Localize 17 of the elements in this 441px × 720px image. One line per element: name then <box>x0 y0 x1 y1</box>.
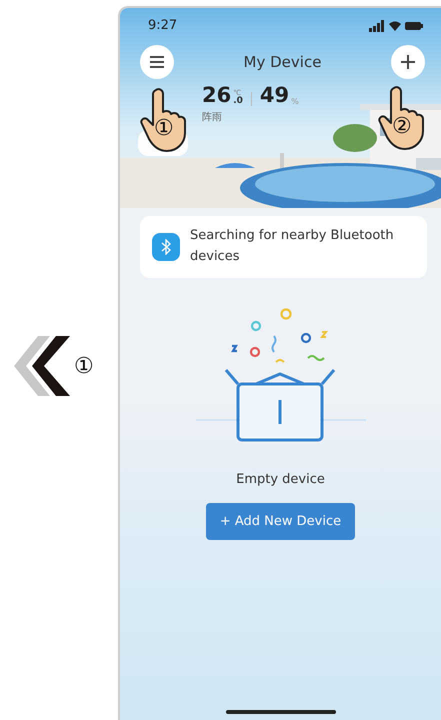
page-title: My Device <box>244 53 322 71</box>
step-number: ① <box>74 354 94 378</box>
status-time: 9:27 <box>148 18 178 33</box>
temperature-decimal: .0 <box>233 97 243 106</box>
step-number: ① <box>154 118 174 140</box>
weather-condition: 阵雨 <box>202 110 223 124</box>
humidity-value: 49 <box>260 85 290 106</box>
bluetooth-notice-text: Searching for nearby Bluetooth devices <box>190 227 395 266</box>
humidity-unit: % <box>291 98 299 106</box>
status-icons <box>369 20 423 32</box>
add-device-button[interactable]: + Add New Device <box>206 502 356 540</box>
empty-message: Empty device <box>236 472 325 487</box>
step-number: ② <box>392 116 412 138</box>
menu-icon <box>150 56 164 68</box>
plus-icon <box>400 55 415 69</box>
temperature-value: 26 <box>202 85 232 106</box>
bluetooth-icon <box>152 232 180 261</box>
